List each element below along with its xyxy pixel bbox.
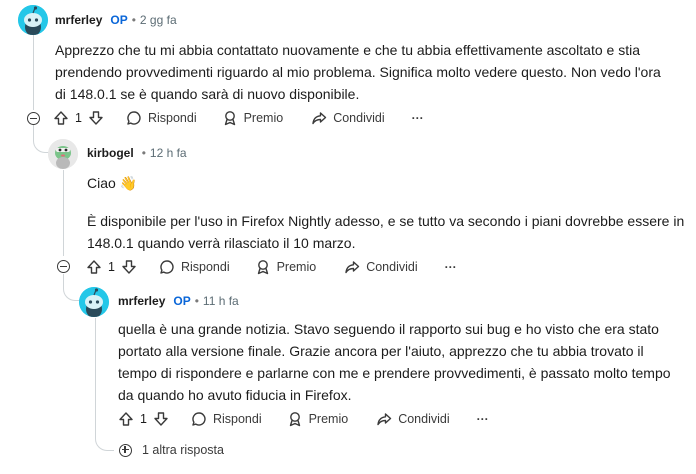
award-button[interactable]: Premio	[255, 259, 317, 275]
collapse-icon[interactable]	[57, 260, 70, 273]
share-icon	[377, 413, 392, 426]
thread-curve-more	[95, 430, 114, 451]
body-line: quella è una grande notizia. Stavo segue…	[118, 321, 659, 337]
more-options-button[interactable]: ···	[412, 111, 424, 125]
comment-3-body: quella è una grande notizia. Stavo segue…	[118, 318, 671, 406]
reply-label: Rispondi	[212, 412, 262, 426]
body-line: 148.0.1 quando verrà rilasciato il 10 ma…	[87, 235, 356, 251]
award-button[interactable]: Premio	[222, 110, 284, 126]
reply-label: Rispondi	[180, 260, 230, 274]
award-label: Premio	[308, 412, 349, 426]
upvote-icon[interactable]	[86, 259, 102, 275]
collapse-icon[interactable]	[27, 112, 40, 125]
award-label: Premio	[276, 260, 317, 274]
more-replies-button[interactable]: 1 altra risposta	[119, 443, 224, 457]
award-button[interactable]: Premio	[287, 411, 349, 427]
award-label: Premio	[243, 111, 284, 125]
greeting-line: Ciao 👋	[87, 172, 684, 194]
body-line: tempo di rispondere e parlarne con me e …	[118, 365, 671, 381]
upvote-icon[interactable]	[118, 411, 134, 427]
thread-curve-reply1	[63, 274, 80, 301]
comment-3-actions: 1 Rispondi Premio Condividi ···	[118, 407, 489, 431]
expand-plus-icon	[119, 443, 132, 457]
more-options-icon: ···	[411, 111, 424, 125]
award-icon	[224, 111, 235, 126]
author-name[interactable]: mrferley	[55, 13, 102, 27]
share-icon	[312, 112, 327, 125]
kirby-avatar-icon[interactable]	[48, 139, 78, 169]
author-name[interactable]: kirbogel	[87, 146, 134, 160]
more-replies-label: 1 altra risposta	[142, 443, 224, 457]
reply-label: Rispondi	[147, 111, 197, 125]
timestamp[interactable]: 11 h fa	[203, 294, 239, 308]
comment-icon	[127, 111, 141, 125]
upvote-icon[interactable]	[53, 110, 69, 126]
more-options-button[interactable]: ···	[445, 260, 457, 274]
comment-1-body: Apprezzo che tu mi abbia contattato nuov…	[55, 39, 661, 105]
share-icon	[345, 261, 360, 274]
thread-line-root	[33, 34, 34, 110]
comment-icon	[192, 412, 206, 426]
thread-line-reply2	[95, 318, 96, 438]
thread-line-reply1	[63, 170, 64, 256]
more-options-icon: ···	[444, 260, 457, 274]
share-label: Condividi	[366, 260, 418, 274]
award-icon	[257, 260, 268, 275]
comment-3-meta: mrferley OP • 11 h fa	[118, 294, 239, 308]
op-badge: OP	[110, 13, 128, 27]
thread-curve-root	[33, 124, 50, 153]
reply-button[interactable]: Rispondi	[191, 411, 262, 427]
comment-2-body: Ciao 👋 È disponibile per l'uso in Firefo…	[87, 172, 684, 254]
separator-dot: •	[131, 13, 136, 27]
timestamp[interactable]: 12 h fa	[150, 146, 187, 160]
more-options-button[interactable]: ···	[477, 412, 489, 426]
reply-button[interactable]: Rispondi	[159, 259, 230, 275]
share-button[interactable]: Condividi	[311, 110, 385, 126]
separator-dot: •	[194, 294, 199, 308]
comment-2-actions: 1 Rispondi Premio Condividi ···	[86, 255, 457, 279]
downvote-icon[interactable]	[121, 259, 137, 275]
separator-dot: •	[141, 146, 146, 160]
snoo-avatar-icon[interactable]	[18, 5, 48, 35]
share-label: Condividi	[333, 111, 385, 125]
share-button[interactable]: Condividi	[376, 411, 450, 427]
body-line: di 148.0.1 se è quando sarà di nuovo dis…	[55, 86, 360, 102]
timestamp[interactable]: 2 gg fa	[140, 13, 177, 27]
score: 1	[108, 260, 115, 274]
body-line: Apprezzo che tu mi abbia contattato nuov…	[55, 42, 640, 58]
share-button[interactable]: Condividi	[344, 259, 418, 275]
downvote-icon[interactable]	[88, 110, 104, 126]
body-line: prendendo provvedimenti riguardo al mio …	[55, 64, 661, 80]
downvote-icon[interactable]	[153, 411, 169, 427]
comment-1-actions: 1 Rispondi Premio Condividi ···	[53, 106, 424, 130]
award-icon	[289, 412, 300, 427]
score: 1	[75, 111, 82, 125]
comment-icon	[160, 260, 174, 274]
body-line: È disponibile per l'uso in Firefox Night…	[87, 213, 685, 229]
body-line: da quando ho avuto fiducia in Firefox.	[118, 387, 352, 403]
more-options-icon: ···	[476, 412, 489, 426]
body-line: portato alla versione finale. Grazie anc…	[118, 343, 644, 359]
waving-hand-icon: 👋	[119, 175, 138, 191]
reply-button[interactable]: Rispondi	[126, 110, 197, 126]
op-badge: OP	[173, 294, 191, 308]
greeting-text: Ciao	[87, 175, 116, 191]
snoo-avatar-icon[interactable]	[79, 287, 109, 317]
share-label: Condividi	[398, 412, 450, 426]
comment-1-meta: mrferley OP • 2 gg fa	[55, 13, 177, 27]
score: 1	[140, 412, 147, 426]
author-name[interactable]: mrferley	[118, 294, 165, 308]
comment-2-meta: kirbogel • 12 h fa	[87, 146, 187, 160]
